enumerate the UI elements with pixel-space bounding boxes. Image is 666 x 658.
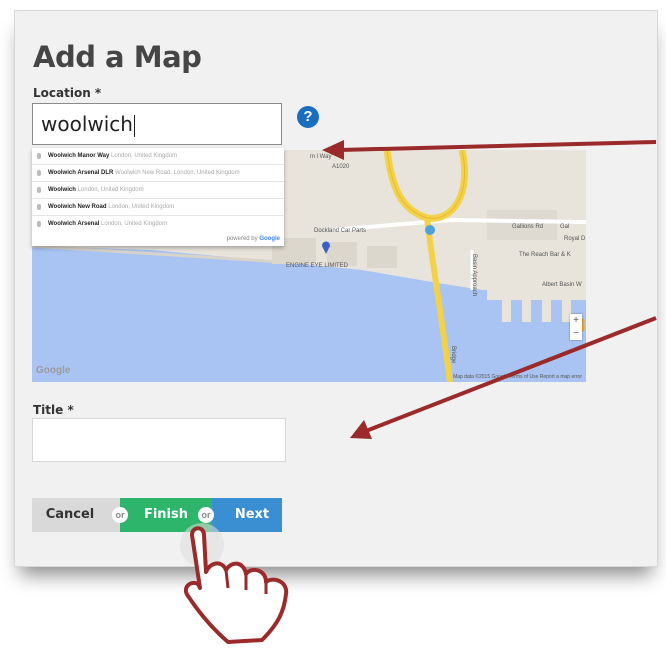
map-footer[interactable]: Map data ©2015 Google Terms of Use Repor… [453, 374, 582, 380]
location-pin-icon [37, 153, 41, 159]
map-label-bridge: Bridge [450, 346, 456, 364]
map-label-dockland: Dockland Car Parts [314, 228, 367, 234]
google-logo: Google [36, 365, 71, 376]
or-separator: or [198, 507, 214, 523]
map-label-gallions: Gallions Rd [512, 224, 544, 230]
zoom-control: + − [570, 314, 582, 340]
autocomplete-item[interactable]: Woolwich London, United Kingdom [32, 181, 284, 198]
autocomplete-item[interactable]: Woolwich Manor Way London, United Kingdo… [32, 148, 284, 164]
powered-by-google: powered by Google [226, 236, 280, 242]
autocomplete-item[interactable]: Woolwich Arsenal DLR Woolwich New Road, … [32, 164, 284, 181]
location-pin-icon [37, 170, 41, 176]
map-label-gal: Gal [560, 224, 570, 230]
location-pin-icon [37, 187, 41, 193]
map-label-way: m l Way [310, 154, 332, 160]
zoom-out-button[interactable]: − [570, 327, 582, 340]
title-label: Title * [33, 403, 74, 417]
map-label-royal: Royal D [564, 236, 586, 242]
help-icon[interactable]: ? [297, 106, 319, 128]
autocomplete-dropdown: Woolwich Manor Way London, United Kingdo… [32, 148, 284, 246]
location-pin-icon [37, 221, 41, 227]
map-label-approach: Basin Approach [471, 254, 477, 297]
map-label-road: A1020 [332, 164, 350, 170]
autocomplete-item[interactable]: Woolwich Arsenal London, United Kingdom [32, 215, 284, 232]
location-pin-icon [37, 204, 41, 210]
map-label-engine: ENGINE EYE LIMITED [286, 263, 349, 269]
zoom-in-button[interactable]: + [570, 314, 582, 327]
map-label-reach: The Reach Bar & K [519, 252, 571, 258]
cancel-button[interactable]: Cancel [32, 498, 120, 532]
text-caret [133, 114, 135, 137]
or-separator: or [112, 507, 128, 523]
page-title: Add a Map [33, 40, 202, 74]
autocomplete-item[interactable]: Woolwich New Road London, United Kingdom [32, 198, 284, 215]
title-input[interactable] [32, 418, 286, 462]
map-label-albert: Albert Basin W [542, 282, 582, 288]
location-label: Location * [33, 86, 102, 100]
location-input[interactable]: woolwich [32, 103, 282, 145]
next-button[interactable]: Next [206, 498, 282, 532]
location-value: woolwich [41, 112, 133, 136]
